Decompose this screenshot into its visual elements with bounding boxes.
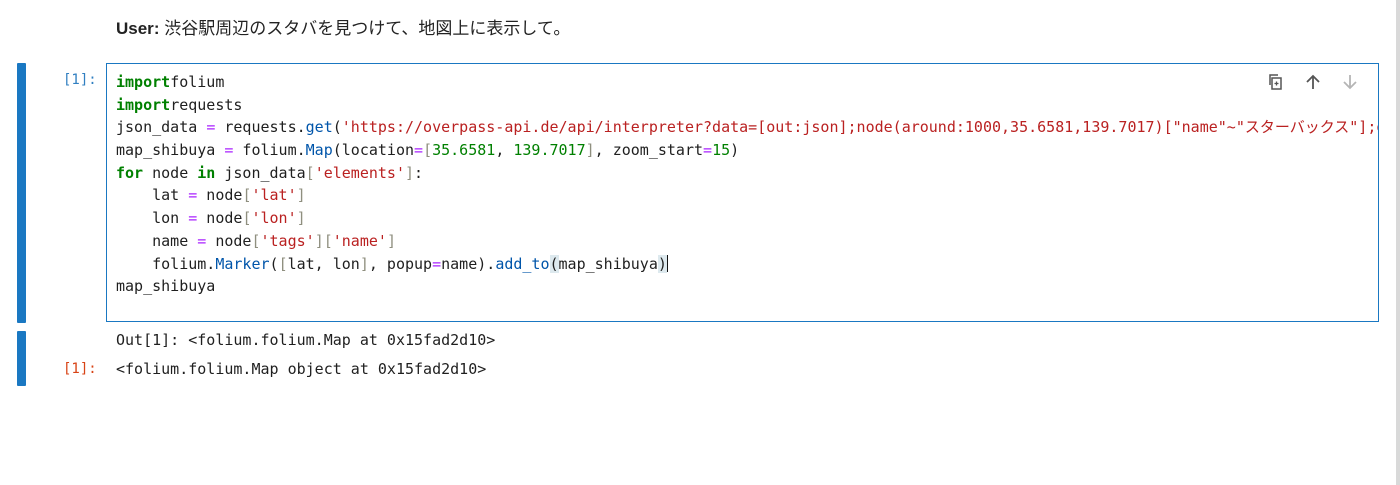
code-token: map_shibuya xyxy=(558,254,658,273)
code-line[interactable]: map_shibuya xyxy=(116,275,1378,298)
code-token: : xyxy=(414,163,424,182)
code-token: name xyxy=(116,231,198,250)
code-token: = xyxy=(206,118,216,137)
code-line[interactable]: for node in json_data['elements']: xyxy=(116,162,1378,185)
code-token: ][ xyxy=(314,231,333,250)
cell-collapser-input[interactable] xyxy=(17,63,26,323)
code-token: (location xyxy=(332,141,415,160)
code-token: ] xyxy=(359,254,369,273)
code-token: 35.6581 xyxy=(432,141,496,160)
display-data-text: <folium.folium.Map object at 0x15fad2d10… xyxy=(116,360,487,378)
code-token: folium. xyxy=(116,254,216,273)
code-token: map_shibuya xyxy=(116,277,216,296)
code-token: node xyxy=(206,231,252,250)
code-token: 139.7017 xyxy=(513,141,586,160)
code-line[interactable]: json_data = requests.get('https://overpa… xyxy=(116,116,1379,139)
code-token: name). xyxy=(441,254,496,273)
code-line[interactable]: folium.Marker([lat, lon], popup=name).ad… xyxy=(116,253,1378,276)
arrow-up-icon[interactable] xyxy=(1294,70,1331,94)
cell-collapser-output[interactable] xyxy=(17,331,26,386)
code-token: node xyxy=(197,209,243,228)
code-token: get xyxy=(305,118,333,137)
code-line[interactable]: importrequests xyxy=(116,94,1378,117)
code-token: 'lon' xyxy=(251,209,297,228)
code-token: = xyxy=(188,209,198,228)
insert-cell-below-icon[interactable] xyxy=(1368,70,1378,94)
code-token: [ xyxy=(423,141,433,160)
code-token: node xyxy=(197,186,243,205)
code-token: = xyxy=(188,186,198,205)
code-token: ( xyxy=(549,254,559,273)
code-line[interactable]: map_shibuya = folium.Map(location=[35.65… xyxy=(116,139,1378,162)
code-token: , popup xyxy=(368,254,433,273)
code-token: ( xyxy=(332,118,342,137)
code-token: Map xyxy=(305,141,333,160)
code-line[interactable]: lon = node['lon'] xyxy=(116,207,1378,230)
code-token: import xyxy=(116,95,171,114)
code-line[interactable]: importfolium xyxy=(116,71,1378,94)
code-token: in xyxy=(197,163,216,182)
code-token: = xyxy=(432,254,442,273)
code-token: [ xyxy=(251,231,261,250)
code-token: , zoom_start xyxy=(594,141,704,160)
code-token: , xyxy=(495,141,514,160)
code-token: ) xyxy=(730,141,740,160)
code-token: folium. xyxy=(233,141,306,160)
code-token: = xyxy=(703,141,713,160)
copy-icon[interactable] xyxy=(1257,70,1294,94)
code-content[interactable]: importfolium importrequests json_data = re… xyxy=(116,71,1379,321)
code-token: lat xyxy=(116,186,189,205)
text-cursor xyxy=(666,254,668,272)
code-token: = xyxy=(414,141,424,160)
code-token: requests xyxy=(170,95,243,114)
cell-toolbar xyxy=(1257,70,1378,94)
input-prompt: [1]: xyxy=(63,72,97,88)
code-token: folium xyxy=(170,73,225,91)
code-token: ) xyxy=(657,254,667,273)
code-line[interactable]: lat = node['lat'] xyxy=(116,184,1378,207)
code-token: requests. xyxy=(215,118,306,137)
code-token: 'tags' xyxy=(260,231,315,250)
code-token: lon xyxy=(116,209,189,228)
user-label: User xyxy=(116,19,154,38)
code-token: 'elements' xyxy=(314,163,405,182)
code-token: add_to xyxy=(495,254,550,273)
code-token: [ xyxy=(305,163,315,182)
code-token: ] xyxy=(405,163,415,182)
scrollbar-track[interactable] xyxy=(1396,0,1400,485)
code-token: [ xyxy=(278,254,288,273)
code-token: = xyxy=(197,231,207,250)
code-token: ] xyxy=(386,231,396,250)
code-token: node xyxy=(143,163,198,182)
code-token: import xyxy=(116,73,171,91)
code-token: for xyxy=(116,163,144,182)
code-line[interactable]: name = node['tags']['name'] xyxy=(116,230,1378,253)
code-token: 'name' xyxy=(332,231,387,250)
code-token: ] xyxy=(296,209,306,228)
code-token: map_shibuya xyxy=(116,141,225,160)
code-editor[interactable]: importfolium importrequests json_data = re… xyxy=(106,63,1379,322)
code-token: Marker xyxy=(215,254,270,273)
user-message-text: 渋谷駅周辺のスタバを見つけて、地図上に表示して。 xyxy=(159,19,571,38)
code-token: ( xyxy=(269,254,279,273)
code-token: json_data xyxy=(215,163,306,182)
user-message: User: 渋谷駅周辺のスタバを見つけて、地図上に表示して。 xyxy=(116,14,570,39)
code-token: ] xyxy=(585,141,595,160)
execute-result-text: Out[1]: <folium.folium.Map at 0x15fad2d1… xyxy=(116,331,496,349)
arrow-down-icon[interactable] xyxy=(1331,70,1368,94)
code-token: 15 xyxy=(712,141,731,160)
code-token: json_data xyxy=(116,118,207,137)
output-prompt: [1]: xyxy=(63,361,97,377)
code-line[interactable] xyxy=(116,298,1378,321)
code-token: 'lat' xyxy=(251,186,297,205)
code-token: 'https://overpass-api.de/api/interpreter… xyxy=(341,118,1379,137)
code-token: ] xyxy=(296,186,306,205)
code-token: lat, lon xyxy=(287,254,360,273)
